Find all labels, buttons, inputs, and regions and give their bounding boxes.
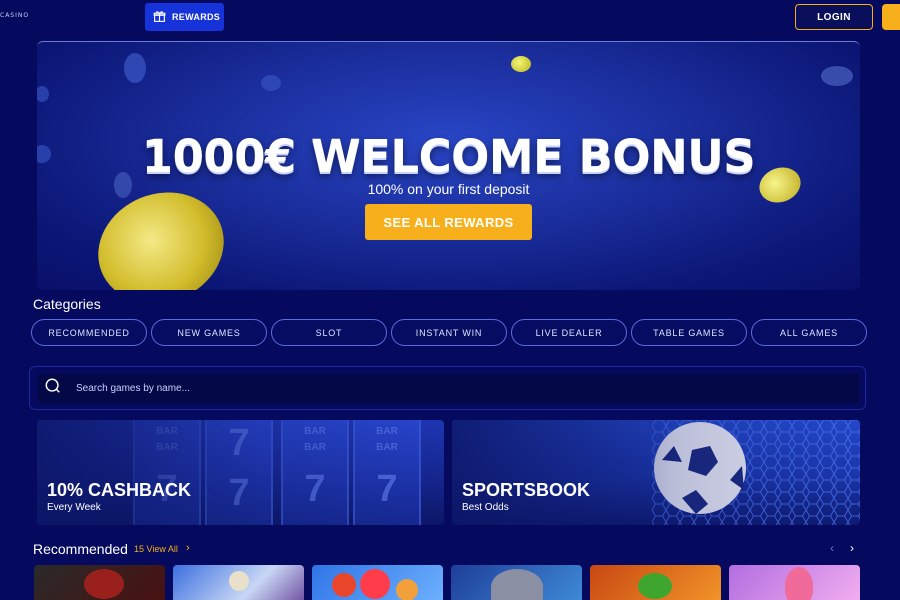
coin-decoration	[124, 53, 146, 83]
category-new-games[interactable]: NEW GAMES	[151, 319, 267, 346]
hero-title: 1000€ WELCOME BONUS	[141, 130, 756, 183]
gift-icon	[153, 10, 166, 25]
category-instant-win[interactable]: INSTANT WIN	[391, 319, 507, 346]
search-icon	[38, 377, 62, 400]
game-thumbnail[interactable]	[451, 565, 582, 600]
recommended-title: Recommended	[33, 541, 128, 557]
game-thumbnail[interactable]	[312, 565, 443, 600]
hero-subtitle: 100% on your first deposit	[367, 181, 530, 197]
game-thumbnail[interactable]	[729, 565, 860, 600]
category-recommended[interactable]: RECOMMENDED	[31, 319, 147, 346]
coin-decoration	[37, 86, 49, 102]
game-thumbnail[interactable]	[34, 565, 165, 600]
sportsbook-title: SPORTSBOOK	[462, 480, 591, 500]
game-thumbnail[interactable]	[590, 565, 721, 600]
hero-banner: 1000€ WELCOME BONUS 100% on your first d…	[37, 41, 860, 290]
login-button[interactable]: LOGIN	[795, 4, 873, 30]
prev-arrow-button[interactable]: ‹	[830, 541, 834, 555]
sportsbook-subtitle: Best Odds	[462, 502, 509, 513]
category-all-games[interactable]: ALL GAMES	[751, 319, 867, 346]
logo[interactable]: CASINO	[0, 12, 29, 19]
category-table-games[interactable]: TABLE GAMES	[631, 319, 747, 346]
top-bar: CASINO REWARDS LOGIN	[0, 0, 900, 34]
view-all-link[interactable]: 15 View All	[134, 544, 178, 554]
next-arrow-button[interactable]: ›	[850, 541, 854, 555]
see-all-rewards-button[interactable]: SEE ALL REWARDS	[365, 204, 532, 240]
search-bar	[29, 366, 866, 410]
signup-button[interactable]	[882, 4, 900, 30]
category-live-dealer[interactable]: LIVE DEALER	[511, 319, 627, 346]
search-box[interactable]	[38, 374, 859, 403]
search-input[interactable]	[76, 383, 836, 394]
category-filters: RECOMMENDED NEW GAMES SLOT INSTANT WIN L…	[31, 319, 867, 346]
category-slot[interactable]: SLOT	[271, 319, 387, 346]
cashback-promo-card[interactable]: BAR BAR 7 7 7 BAR BAR 7 BAR BAR 7 10% CA…	[37, 420, 444, 525]
categories-title: Categories	[33, 296, 101, 312]
game-thumbnail[interactable]	[173, 565, 304, 600]
recommended-games-row	[34, 565, 860, 600]
cashback-title: 10% CASHBACK	[47, 480, 192, 500]
chevron-right-icon: ›	[186, 542, 190, 554]
rewards-button[interactable]: REWARDS	[145, 3, 224, 31]
rewards-label: REWARDS	[172, 12, 221, 22]
coin-decoration	[261, 75, 281, 91]
coin-decoration	[821, 66, 853, 86]
sportsbook-promo-card[interactable]: SPORTSBOOK Best Odds	[452, 420, 860, 525]
gold-coin-decoration	[511, 56, 531, 72]
cashback-subtitle: Every Week	[47, 502, 101, 513]
